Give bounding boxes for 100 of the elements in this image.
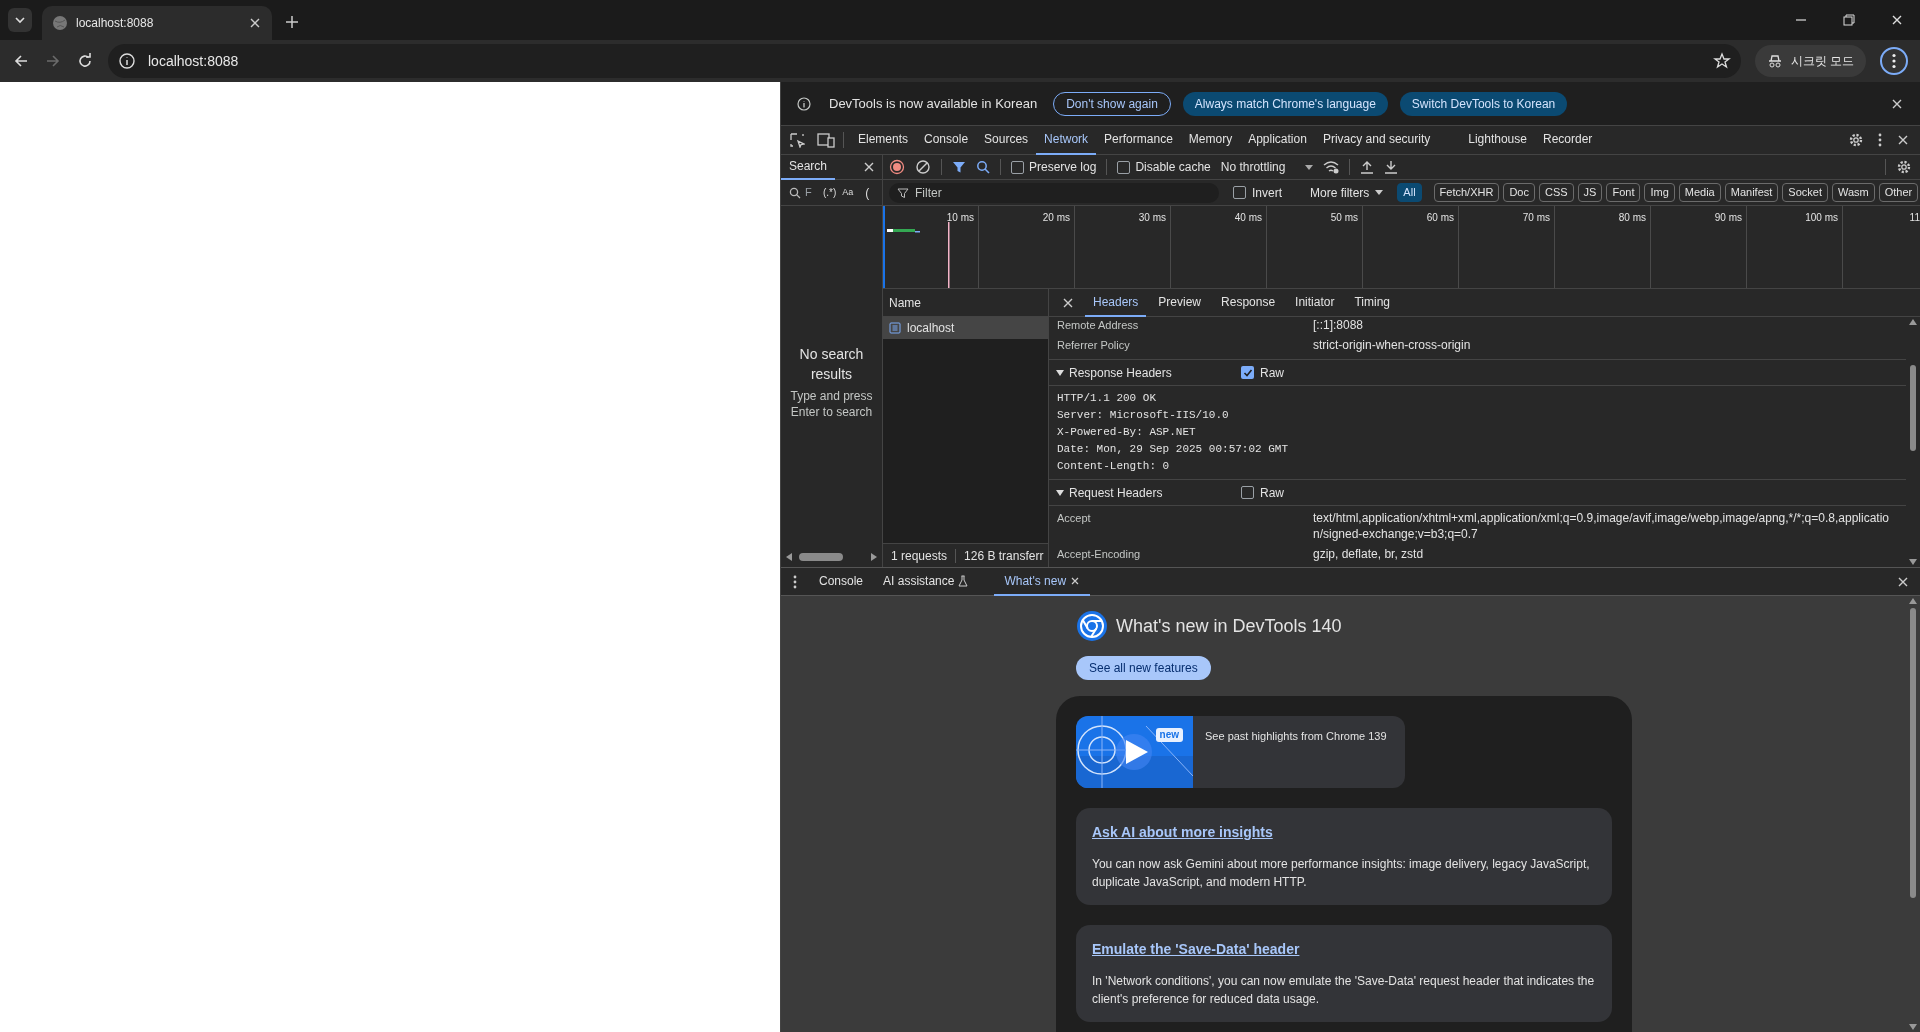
request-name: localhost (907, 320, 955, 337)
details-tab[interactable]: Preview (1150, 288, 1210, 317)
close-icon[interactable] (1070, 575, 1081, 586)
request-row[interactable]: localhost (883, 317, 1048, 339)
restore-icon[interactable] (1842, 13, 1856, 27)
panel-tab[interactable]: Elements (850, 125, 917, 155)
infobar-button[interactable]: Always match Chrome's language (1182, 91, 1388, 116)
close-icon[interactable] (248, 16, 262, 30)
browser-tab[interactable]: localhost:8088 (42, 6, 272, 40)
filter-icon[interactable] (952, 160, 966, 174)
throttling-dropdown[interactable]: No throttling (1220, 158, 1314, 176)
network-conditions-icon[interactable] (1323, 160, 1340, 174)
option-text: ( (865, 184, 870, 202)
incognito-button[interactable]: 시크릿 모드 (1754, 45, 1866, 77)
close-icon[interactable] (862, 160, 876, 174)
address-bar[interactable]: localhost:8088 (108, 44, 1741, 78)
see-all-features-button[interactable]: See all new features (1076, 656, 1211, 680)
close-icon[interactable] (1896, 133, 1910, 147)
reload-icon[interactable] (76, 52, 94, 70)
scroll-left-icon[interactable] (785, 552, 793, 562)
more-icon[interactable] (793, 574, 797, 589)
scroll-down-icon[interactable] (1909, 1024, 1917, 1030)
timeline-tick-label: 40 ms (1234, 211, 1262, 225)
expand-triangle-icon[interactable] (1055, 487, 1065, 498)
match-case-toggle[interactable]: Aa (842, 185, 854, 200)
checkbox[interactable] (1011, 160, 1024, 174)
clear-icon[interactable] (915, 159, 931, 175)
device-toolbar-icon[interactable] (817, 132, 835, 148)
column-header[interactable]: Name (883, 289, 1048, 317)
drawer-tab[interactable]: What's new (994, 567, 1091, 596)
checkbox[interactable] (1117, 160, 1131, 174)
info-icon[interactable] (118, 52, 136, 70)
checkbox-label: Preserve log (1029, 159, 1097, 176)
scrollbar-thumb[interactable] (799, 553, 843, 561)
new-tab-icon[interactable] (284, 14, 300, 30)
video-card[interactable]: new See past highlights from Chrome 139 (1076, 716, 1405, 788)
panel-tab[interactable]: Console (916, 125, 977, 155)
search-field[interactable]: F (805, 184, 819, 201)
type-filter-chip[interactable]: Img (1644, 183, 1675, 202)
upload-icon[interactable] (1360, 160, 1375, 174)
menu-icon[interactable] (1880, 47, 1908, 75)
panel-tab[interactable]: Recorder (1534, 125, 1601, 155)
details-tab[interactable]: Response (1213, 288, 1284, 317)
filter-field[interactable]: Filter (889, 182, 1219, 203)
expand-triangle-icon[interactable] (1055, 367, 1065, 378)
checkbox[interactable] (1241, 366, 1254, 379)
type-filter-chip[interactable]: Other (1878, 183, 1919, 202)
section-title[interactable]: Response Headers (1069, 363, 1241, 382)
panel-tab[interactable]: Performance (1096, 125, 1181, 155)
section-title[interactable]: Request Headers (1069, 483, 1241, 502)
settings-icon[interactable] (1848, 132, 1864, 148)
scrollbar-thumb[interactable] (1910, 365, 1916, 451)
type-filter-chip[interactable]: Socket (1782, 183, 1828, 202)
type-filter-chip[interactable]: Media (1678, 183, 1721, 202)
type-filter-chip[interactable]: Fetch/XHR (1433, 183, 1500, 202)
feature-link[interactable]: Emulate the 'Save-Data' header (1092, 939, 1300, 960)
scroll-right-icon[interactable] (870, 552, 878, 562)
settings-icon[interactable] (1896, 159, 1912, 175)
tab-list-icon[interactable] (8, 8, 32, 32)
panel-tab[interactable]: Privacy and security (1314, 125, 1439, 155)
scroll-up-icon[interactable] (1909, 319, 1917, 325)
checkbox[interactable] (1241, 486, 1254, 499)
type-filter-chip[interactable]: Wasm (1831, 183, 1875, 202)
type-filter-chip[interactable]: CSS (1538, 183, 1574, 202)
timeline-tick-label: 80 ms (1618, 211, 1646, 225)
raw-header-line: Content-Length: 0 (1056, 459, 1171, 474)
panel-tab[interactable]: Lighthouse (1460, 125, 1535, 155)
timeline-tick-label: 11 (1909, 211, 1920, 225)
search-icon[interactable] (789, 186, 801, 199)
star-icon[interactable] (1712, 52, 1731, 70)
scroll-up-icon[interactable] (1909, 598, 1917, 604)
search-tab[interactable]: Search (781, 154, 836, 180)
inspect-icon[interactable] (789, 132, 805, 148)
close-icon[interactable] (1890, 13, 1904, 27)
panel-tab[interactable]: Sources (976, 125, 1037, 155)
feature-link[interactable]: Ask AI about more insights (1092, 822, 1273, 843)
drawer-tab[interactable]: Console (809, 567, 874, 596)
type-filter-chip[interactable]: Font (1606, 183, 1641, 202)
record-icon[interactable] (889, 159, 905, 175)
search-icon[interactable] (976, 160, 990, 174)
regex-toggle[interactable]: (.*) (823, 185, 837, 200)
header-name: Accept-Encoding (1057, 547, 1142, 562)
info-icon (797, 96, 811, 111)
drawer-tab[interactable]: AI assistance (873, 567, 979, 596)
download-icon[interactable] (1384, 160, 1399, 174)
scrollbar-thumb[interactable] (1910, 608, 1916, 898)
infobar-button[interactable]: Switch DevTools to Korean (1399, 91, 1568, 116)
more-filters-dropdown[interactable]: More filters (1310, 183, 1384, 202)
details-tab[interactable]: Timing (1346, 288, 1398, 317)
type-filter-chip[interactable]: Doc (1503, 183, 1535, 202)
type-filter-chip[interactable]: All (1397, 183, 1422, 202)
type-filter-chip[interactable]: JS (1577, 183, 1603, 202)
panel-tab[interactable]: Memory (1180, 125, 1241, 155)
panel-tab[interactable]: Application (1240, 125, 1315, 155)
checkbox[interactable] (1233, 186, 1246, 199)
scroll-down-icon[interactable] (1909, 559, 1917, 565)
panel-tab[interactable]: Network (1036, 125, 1097, 155)
more-icon[interactable] (1878, 133, 1882, 147)
details-tab[interactable]: Initiator (1287, 288, 1343, 317)
type-filter-chip[interactable]: Manifest (1724, 183, 1779, 202)
